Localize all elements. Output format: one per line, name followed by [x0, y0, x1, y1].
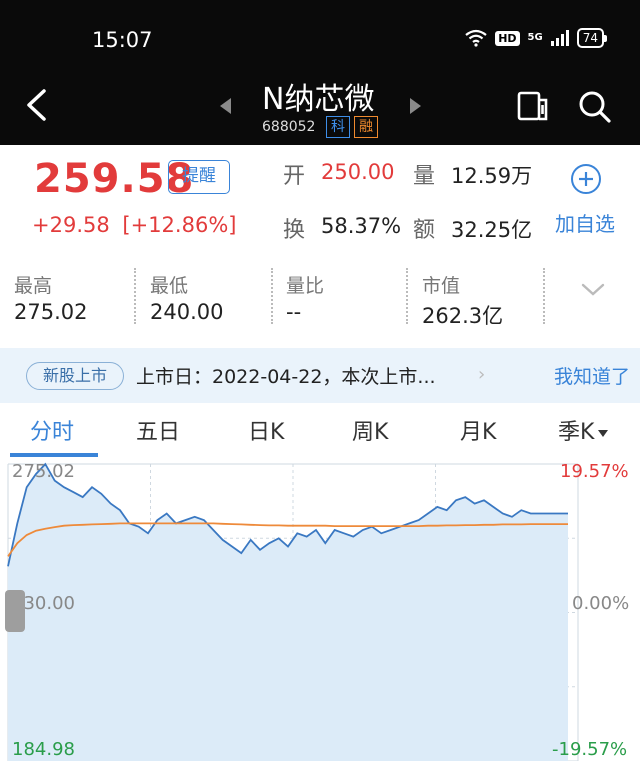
- add-watchlist-icon[interactable]: [570, 163, 602, 195]
- price-area: [8, 464, 568, 761]
- turnover-label: 换: [283, 218, 306, 243]
- wifi-icon: [465, 29, 487, 47]
- stat-divider: [134, 268, 136, 324]
- top-bar: 15:07 HD 5G 74 N纳芯微 688052 科 融: [0, 0, 640, 145]
- stat-high-value: 275.02: [14, 300, 88, 324]
- y-axis-bottom-label: 184.98: [12, 739, 75, 760]
- chart-drag-handle[interactable]: [5, 590, 25, 632]
- chevron-right-icon[interactable]: ›: [478, 364, 485, 385]
- signal-icon: [550, 30, 569, 46]
- hd-badge: HD: [495, 30, 520, 46]
- stat-high-label: 最高: [14, 275, 53, 297]
- volume-label: 量: [413, 164, 436, 189]
- turnover-value: 58.37%: [321, 214, 402, 238]
- split-screen-icon[interactable]: [516, 88, 550, 122]
- chevron-down-icon[interactable]: [580, 282, 606, 298]
- amount-label: 额: [413, 218, 436, 243]
- intraday-chart[interactable]: [0, 456, 640, 761]
- open-label: 开: [283, 164, 306, 189]
- change-percent: [+12.86%]: [122, 213, 237, 237]
- next-stock-button[interactable]: [410, 98, 421, 114]
- battery-icon: 74: [576, 28, 608, 48]
- stat-cap-label: 市值: [422, 275, 461, 297]
- open-value: 250.00: [321, 160, 395, 184]
- ipo-notice-text[interactable]: 上市日：2022-04-22，本次上市...: [136, 362, 436, 389]
- status-icons: HD 5G 74: [465, 28, 608, 48]
- ipo-notice-bar: 新股上市 上市日：2022-04-22，本次上市... › 我知道了: [0, 348, 640, 403]
- dismiss-notice-button[interactable]: 我知道了: [554, 362, 630, 389]
- stat-low-value: 240.00: [150, 300, 224, 324]
- margin-tag: 融: [354, 116, 378, 138]
- chart-period-tabs: 分时 五日 日K 周K 月K 季K: [0, 404, 640, 457]
- stat-divider: [406, 268, 408, 324]
- network-label: 5G: [527, 32, 543, 43]
- battery-level: 74: [582, 31, 598, 45]
- stat-cap-value: 262.3亿: [422, 304, 504, 328]
- stat-divider: [543, 268, 545, 324]
- tab-daily-k[interactable]: 日K: [248, 414, 284, 446]
- stat-ratio-value: --: [286, 300, 302, 324]
- add-watchlist-button[interactable]: 加自选: [555, 208, 615, 237]
- tab-quarterly-k[interactable]: 季K: [558, 414, 609, 446]
- pct-axis-top-label: 19.57%: [560, 461, 629, 482]
- status-time: 15:07: [92, 28, 153, 52]
- stat-low-label: 最低: [150, 275, 189, 297]
- tab-quarterly-k-label: 季K: [558, 420, 595, 445]
- caret-down-icon: [598, 429, 609, 437]
- tab-monthly-k[interactable]: 月K: [460, 414, 496, 446]
- star-market-tag: 科: [326, 116, 350, 138]
- amount-value: 32.25亿: [451, 218, 533, 242]
- stat-divider: [271, 268, 273, 324]
- price-alert-button[interactable]: 提醒: [168, 160, 230, 194]
- change-amount: +29.58: [32, 213, 110, 237]
- back-button[interactable]: [22, 88, 52, 122]
- volume-value: 12.59万: [451, 164, 533, 188]
- tab-intraday[interactable]: 分时: [30, 414, 74, 446]
- pct-axis-mid-label: 0.00%: [572, 593, 630, 614]
- price-change: +29.58 [+12.86%]: [32, 213, 236, 237]
- stock-name: N纳芯微: [262, 82, 375, 117]
- stock-code: 688052: [262, 119, 316, 135]
- tab-weekly-k[interactable]: 周K: [352, 414, 388, 446]
- stat-ratio-label: 量比: [286, 275, 325, 297]
- tab-five-day[interactable]: 五日: [136, 414, 180, 446]
- search-icon[interactable]: [576, 88, 612, 124]
- stock-detail-screen: 15:07 HD 5G 74 N纳芯微 688052 科 融 259.58 提醒…: [0, 0, 640, 761]
- prev-stock-button[interactable]: [220, 98, 231, 114]
- ipo-badge: 新股上市: [26, 362, 124, 390]
- pct-axis-bottom-label: -19.57%: [552, 739, 628, 760]
- y-axis-top-label: 275.02: [12, 461, 75, 482]
